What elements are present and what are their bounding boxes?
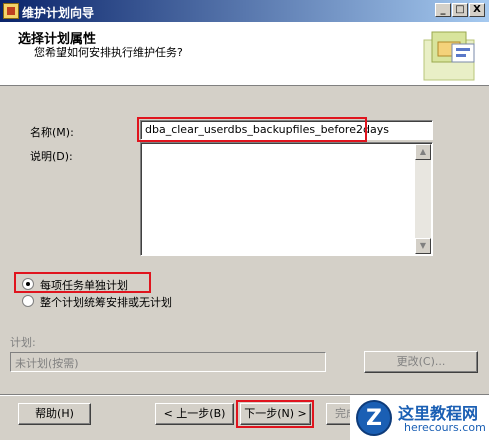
- help-button[interactable]: 帮助(H): [18, 403, 91, 425]
- close-button[interactable]: X: [469, 3, 485, 17]
- app-icon: [3, 3, 19, 19]
- wizard-graphic-icon: [423, 31, 475, 81]
- radio-single-label[interactable]: 整个计划统筹安排或无计划: [40, 294, 172, 310]
- minimize-button[interactable]: _: [435, 3, 451, 17]
- maximize-button[interactable]: □: [452, 3, 468, 17]
- page-subtitle: 您希望如何安排执行维护任务?: [34, 46, 183, 59]
- name-highlight: [137, 117, 367, 142]
- radio-highlight: [14, 272, 151, 293]
- schedule-field: 未计划(按需): [10, 352, 326, 372]
- watermark-text-en: herecours.com: [404, 421, 486, 434]
- window-title: 维护计划向导: [22, 6, 95, 20]
- next-highlight: [236, 400, 314, 428]
- watermark-logo: Z: [356, 400, 392, 436]
- description-scrollbar[interactable]: ▲ ▼: [415, 144, 431, 254]
- wizard-header: 选择计划属性 您希望如何安排执行维护任务?: [0, 22, 489, 86]
- description-label: 说明(D):: [30, 150, 73, 163]
- radio-single[interactable]: [22, 295, 34, 307]
- schedule-label: 计划:: [10, 336, 36, 349]
- scroll-up-icon[interactable]: ▲: [415, 144, 431, 160]
- description-field[interactable]: ▲ ▼: [140, 142, 433, 256]
- name-label: 名称(M):: [30, 126, 74, 139]
- change-button[interactable]: 更改(C)...: [364, 351, 478, 373]
- scroll-down-icon[interactable]: ▼: [415, 238, 431, 254]
- back-button[interactable]: < 上一步(B): [155, 403, 234, 425]
- title-bar[interactable]: 维护计划向导 _ □ X: [0, 0, 489, 22]
